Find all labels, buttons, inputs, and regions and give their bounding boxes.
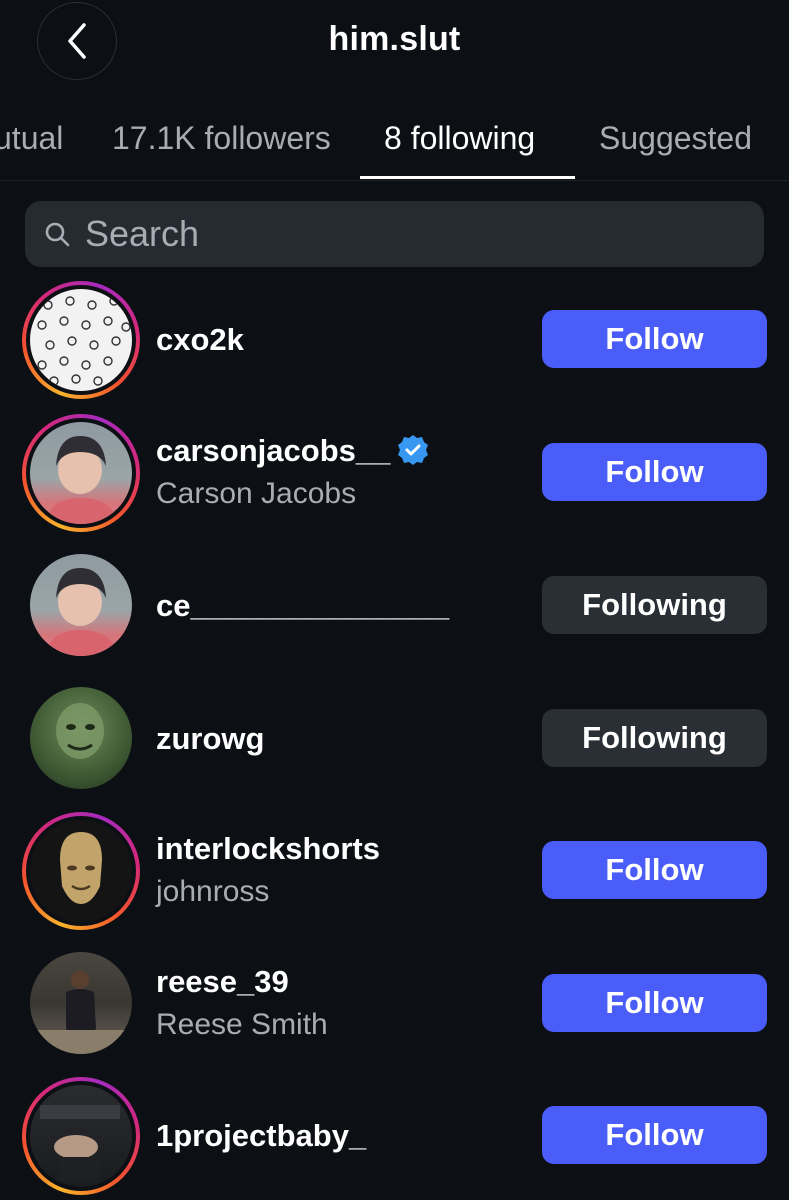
full-name: Carson Jacobs [156,477,357,510]
follow-button[interactable]: Follow [542,443,767,501]
tab-followers[interactable]: 17.1K followers [112,120,331,157]
full-name: johnross [156,875,270,908]
avatar[interactable] [22,1077,140,1195]
avatar[interactable] [22,812,140,930]
avatar[interactable] [22,944,140,1062]
active-tab-indicator [360,176,575,179]
top-bar: him.slut [0,0,789,82]
avatar[interactable] [22,546,140,664]
list-item[interactable]: reese_39 Reese Smith Follow [0,944,789,1064]
follow-button[interactable]: Follow [542,1106,767,1164]
list-item[interactable]: interlockshorts johnross Follow [0,811,789,931]
username[interactable]: interlockshorts [156,831,380,867]
list-item[interactable]: zurowg Following [0,679,789,799]
username[interactable]: ce_______________ [156,588,449,624]
avatar[interactable] [22,679,140,797]
following-button[interactable]: Following [542,576,767,634]
follow-button[interactable]: Follow [542,974,767,1032]
username[interactable]: carsonjacobs__ [156,433,390,468]
verified-badge-icon [398,434,429,465]
tab-suggested[interactable]: Suggested [599,120,752,157]
search-input[interactable]: Search [25,201,764,267]
avatar[interactable] [22,281,140,399]
username[interactable]: reese_39 [156,964,289,1000]
search-placeholder: Search [85,213,200,254]
tab-mutual[interactable]: utual [0,120,63,157]
full-name: Reese Smith [156,1008,328,1041]
avatar[interactable] [22,414,140,532]
username-row: carsonjacobs__ [156,433,430,469]
list-item[interactable]: 1projectbaby_ Follow [0,1076,789,1196]
tab-bar: utual 17.1K followers 8 following Sugges… [0,100,789,181]
username[interactable]: zurowg [156,721,265,757]
list-item[interactable]: ce_______________ Following [0,546,789,666]
list-item[interactable]: cxo2k Follow [0,280,789,400]
list-item[interactable]: carsonjacobs__ Carson Jacobs Follow [0,413,789,533]
search-icon [45,222,70,247]
username[interactable]: 1projectbaby_ [156,1118,366,1154]
tab-following[interactable]: 8 following [384,120,535,157]
following-button[interactable]: Following [542,709,767,767]
follow-button[interactable]: Follow [542,310,767,368]
page-title: him.slut [328,20,461,58]
username[interactable]: cxo2k [156,322,244,358]
follow-button[interactable]: Follow [542,841,767,899]
